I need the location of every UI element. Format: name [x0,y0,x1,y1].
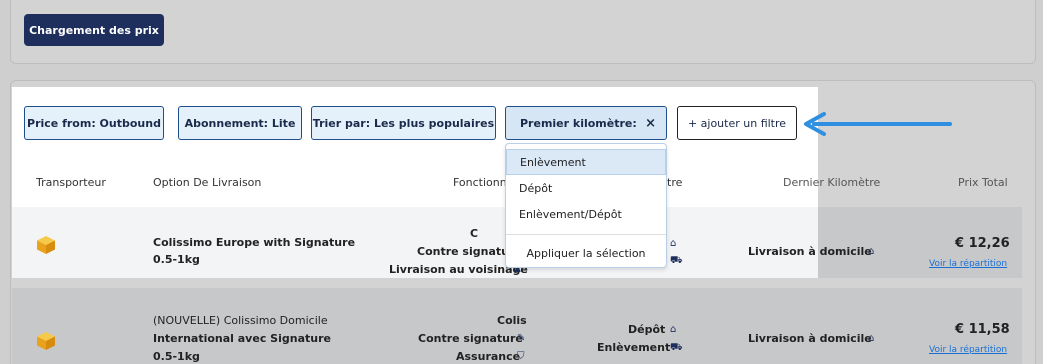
header-dernier-kilometre: Dernier Kilomètre [783,176,881,189]
store-icon: ⌂ [670,324,677,335]
premier-kilometre-value: Dépôt [628,323,666,336]
package-icon [37,236,55,254]
dropdown-option-enlevement[interactable]: Enlèvement [506,149,666,175]
header-prix-total: Prix Total [958,176,1008,189]
apply-selection-button[interactable]: Appliquer la sélection [506,240,666,266]
filter-chip-abonnement[interactable]: Abonnement: Lite [178,106,302,140]
option-name: (NOUVELLE) Colissimo Domicile [153,314,328,327]
header-premier-kilometre: tre [667,176,683,189]
home-icon: ⌂ [868,246,875,257]
header-transporteur: Transporteur [36,176,106,189]
dernier-kilometre-value: Livraison à domicile [748,332,872,345]
truck-icon: ⛟ [670,342,683,353]
package-icon [37,332,55,350]
truck-icon: ⛟ [670,255,683,266]
option-name: Colissimo Europe with Signature [153,236,356,249]
header-option-livraison: Option De Livraison [153,176,262,189]
close-icon[interactable]: × [645,116,656,131]
breakdown-link[interactable]: Voir la répartition [929,259,1007,269]
home-icon: ⌂ [868,333,875,344]
dropdown-option-depot[interactable]: Dépôt [506,175,666,201]
dropdown-option-enlevement-depot[interactable]: Enlèvement/Dépôt [506,201,666,227]
shield-icon: ⛉ [517,351,525,362]
feature-text: Contre signature [418,332,523,345]
option-name: International avec Signature [153,332,331,345]
store-icon: ⌂ [670,238,677,249]
dropdown-divider [506,234,666,235]
filter-chip-sort[interactable]: Trier par: Les plus populaires [311,106,496,140]
header-fonctionnalites: Fonctionn [453,176,507,189]
filter-chip-premier-kilometre[interactable]: Premier kilomètre: × [505,106,667,140]
premier-kilometre-value: Enlèvement [597,341,671,354]
add-filter-button[interactable]: + ajouter un filtre [677,106,797,140]
price-total: € 11,58 [955,322,1010,337]
arrow-annotation-icon [804,112,952,136]
premier-kilometre-dropdown: Enlèvement Dépôt Enlèvement/Dépôt Appliq… [505,143,667,268]
price-total: € 12,26 [955,236,1010,251]
breakdown-link[interactable]: Voir la répartition [929,345,1007,355]
filter-chip-label: Premier kilomètre: [520,116,637,130]
filter-chip-price-from[interactable]: Price from: Outbound [24,106,164,140]
feature-text: Assurance [456,350,521,363]
feature-text: C [470,227,479,240]
feature-text: Colis [497,314,527,327]
signature-icon: ✎ [517,333,526,344]
dernier-kilometre-value: Livraison à domicile [748,245,872,258]
option-weight: 0.5-1kg [153,350,200,363]
option-weight: 0.5-1kg [153,253,200,266]
load-prices-button[interactable]: Chargement des prix [24,14,164,46]
